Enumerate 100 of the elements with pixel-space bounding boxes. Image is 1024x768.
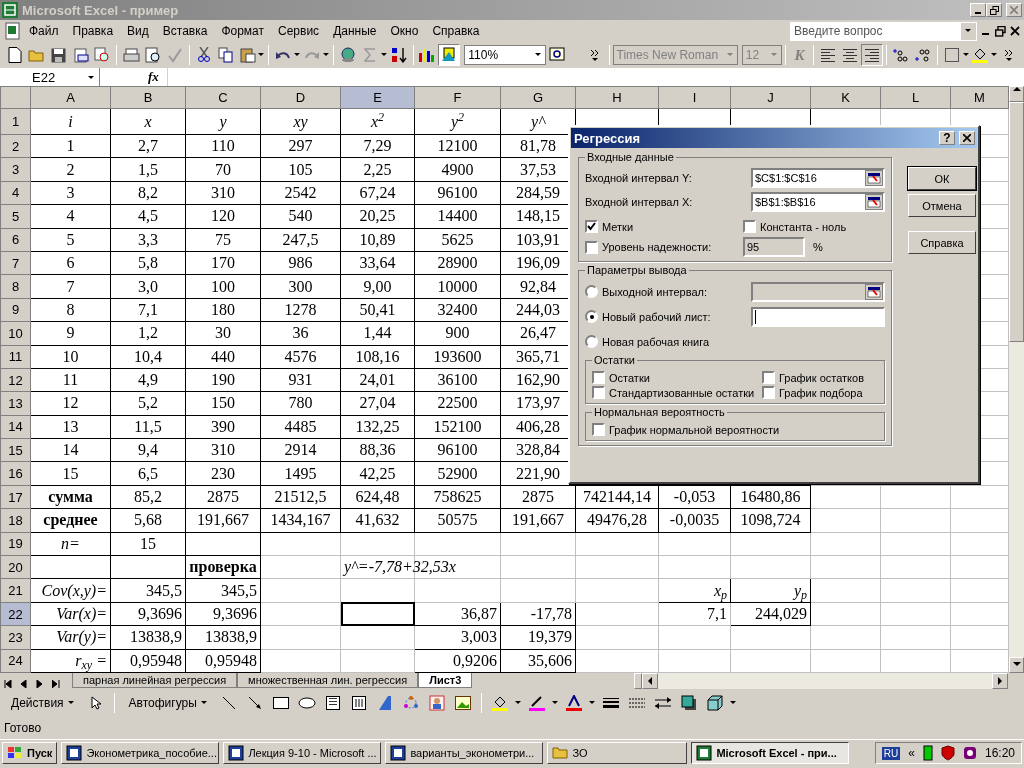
collapse-dialog-icon[interactable] [865, 170, 883, 186]
last-sheet-icon[interactable] [52, 680, 60, 689]
checkbox[interactable] [585, 220, 598, 233]
minimize-button[interactable] [970, 3, 986, 17]
checkbox[interactable] [592, 371, 605, 384]
column-header[interactable]: D [260, 86, 341, 109]
row-header[interactable]: 13 [0, 391, 31, 416]
question-field[interactable]: Введите вопрос [790, 21, 960, 41]
caret-icon[interactable] [991, 53, 999, 57]
caret-icon[interactable] [258, 53, 266, 57]
menu-item[interactable]: Файл [22, 23, 66, 39]
taskbar-button[interactable]: Microsoft Excel - при... [691, 742, 850, 765]
menu-item[interactable]: Окно [383, 23, 426, 39]
radio-label[interactable]: Новая рабочая книга [602, 335, 710, 348]
checkbox-label[interactable]: Уровень надежности: [602, 241, 712, 253]
tray-app-icon[interactable] [962, 746, 977, 761]
start-button[interactable]: Пуск [2, 742, 58, 765]
show-hidden-icons-button[interactable]: « [908, 746, 915, 761]
column-header[interactable]: M [950, 86, 1009, 109]
zoom-combo[interactable]: 110% [464, 45, 546, 65]
row-header[interactable]: 16 [0, 461, 31, 486]
restore-button[interactable] [986, 3, 1002, 17]
range-field[interactable]: $B$1:$B$16 [751, 192, 885, 212]
checkbox-label[interactable]: График остатков [779, 371, 864, 384]
range-field[interactable]: $C$1:$C$16 [751, 168, 885, 188]
checkbox[interactable] [762, 386, 775, 399]
caret-icon[interactable] [534, 53, 542, 57]
taskbar-button[interactable]: Эконометрика_пособие... [61, 742, 220, 765]
row-header[interactable]: 20 [0, 555, 31, 579]
radio-button[interactable] [585, 335, 598, 348]
scroll-thumb[interactable] [1009, 102, 1024, 342]
output-range-field[interactable] [751, 281, 885, 302]
scroll-left-icon[interactable] [647, 677, 653, 685]
radio-button[interactable] [585, 285, 598, 298]
first-sheet-icon[interactable] [4, 680, 12, 689]
sheet-name-field[interactable] [751, 306, 885, 327]
row-header[interactable]: 18 [0, 508, 31, 533]
name-box[interactable]: E22 [32, 69, 56, 85]
caret-icon[interactable] [88, 76, 95, 81]
battery-icon[interactable] [922, 745, 933, 762]
row-header[interactable]: 5 [0, 204, 31, 229]
column-header[interactable]: E [340, 86, 415, 109]
scroll-down-icon[interactable] [1012, 662, 1021, 668]
row-header[interactable]: 12 [0, 368, 31, 392]
collapse-dialog-icon[interactable] [865, 283, 883, 300]
confidence-field[interactable]: 95 [743, 237, 805, 257]
vertical-scrollbar[interactable] [1009, 86, 1024, 673]
checkbox[interactable] [592, 386, 605, 399]
more-icon[interactable] [729, 701, 737, 705]
column-header[interactable]: C [185, 86, 261, 109]
row-header[interactable]: 15 [0, 438, 31, 462]
autoshapes-button[interactable]: Автофигуры [121, 695, 214, 711]
dialog-button[interactable]: ОК [908, 167, 976, 190]
checkbox[interactable] [592, 423, 605, 436]
document-icon[interactable] [4, 22, 22, 40]
caret-icon[interactable] [551, 701, 559, 705]
row-header[interactable]: 4 [0, 181, 31, 205]
menu-item[interactable]: Вид [120, 23, 156, 39]
row-header[interactable]: 11 [0, 345, 31, 369]
shield-icon[interactable] [940, 745, 955, 762]
taskbar-button[interactable]: варианты_эконометри... [385, 742, 544, 765]
checkbox-label[interactable]: График подбора [779, 386, 863, 399]
taskbar-button[interactable]: ЗО [547, 742, 688, 765]
row-header[interactable]: 1 [0, 108, 31, 135]
row-header[interactable]: 14 [0, 415, 31, 439]
active-cell[interactable] [340, 602, 415, 626]
column-header[interactable]: H [575, 86, 659, 109]
row-header[interactable]: 9 [0, 298, 31, 322]
row-header[interactable]: 21 [0, 578, 31, 603]
restore-icon[interactable] [995, 25, 1006, 37]
menu-item[interactable]: Формат [214, 23, 272, 39]
caret-icon[interactable] [965, 29, 972, 33]
checkbox-label[interactable]: Метки [602, 220, 634, 233]
checkbox-label[interactable]: Константа - ноль [760, 220, 847, 233]
row-header[interactable]: 24 [0, 649, 31, 673]
dialog-button[interactable]: Отмена [908, 194, 976, 217]
checkbox[interactable] [762, 371, 775, 384]
dropdown-button[interactable] [960, 21, 977, 41]
actions-button[interactable]: Действия [4, 695, 81, 711]
row-header[interactable]: 22 [0, 602, 31, 626]
checkbox-label[interactable]: Стандартизованные остатки [609, 386, 755, 399]
checkbox[interactable] [585, 240, 598, 254]
column-header[interactable]: A [30, 86, 111, 109]
row-header[interactable]: 6 [0, 228, 31, 252]
radio-button[interactable] [585, 310, 598, 323]
collapse-dialog-icon[interactable] [865, 194, 883, 210]
align-right-icon[interactable] [861, 44, 883, 66]
row-header[interactable]: 7 [0, 251, 31, 275]
menu-item[interactable]: Сервис [271, 23, 327, 39]
column-header[interactable]: J [730, 86, 811, 109]
row-header[interactable]: 23 [0, 625, 31, 650]
radio-label[interactable]: Новый рабочий лист: [602, 310, 711, 323]
checkbox-label[interactable]: Остатки [609, 371, 650, 384]
caret-icon[interactable] [962, 53, 970, 57]
row-header[interactable]: 2 [0, 134, 31, 158]
menu-item[interactable]: Справка [425, 23, 487, 39]
row-header[interactable]: 3 [0, 157, 31, 182]
close-icon[interactable] [1010, 26, 1020, 36]
next-sheet-icon[interactable] [36, 680, 44, 689]
column-header[interactable]: G [500, 86, 576, 109]
